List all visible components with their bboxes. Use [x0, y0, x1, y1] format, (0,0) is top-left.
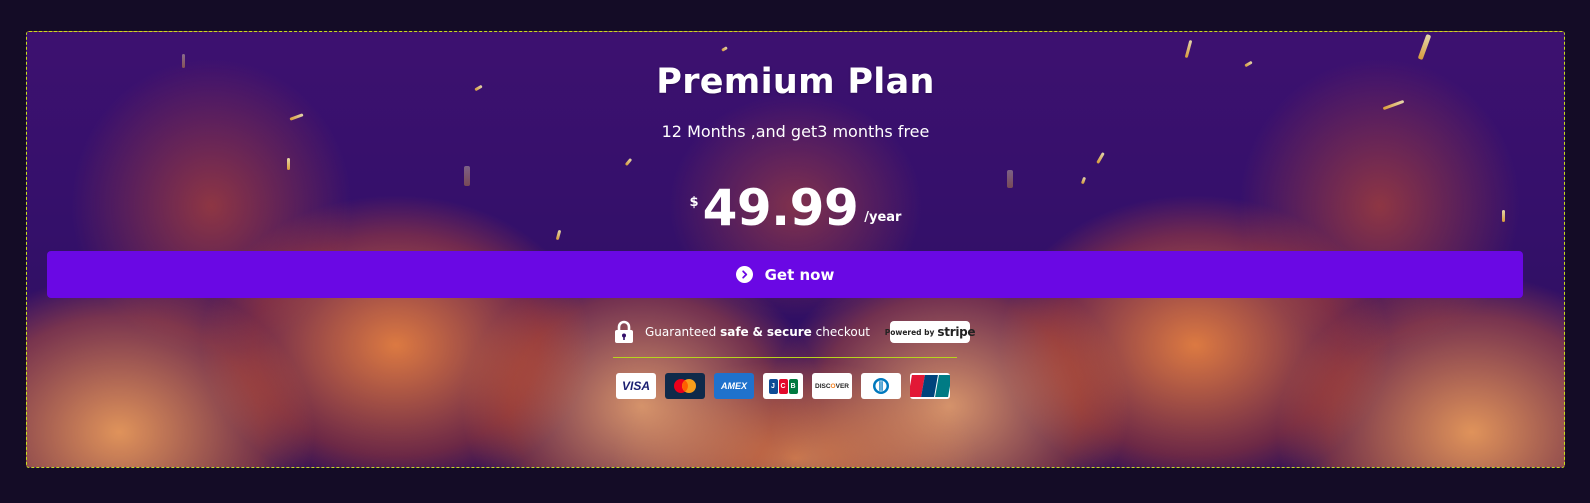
- diners-club-icon: [861, 373, 901, 399]
- mastercard-icon: [665, 373, 705, 399]
- discover-part1: DISC: [815, 382, 831, 390]
- stripe-brand: stripe: [937, 325, 976, 339]
- visa-label: VISA: [621, 379, 650, 393]
- divider: [613, 357, 957, 358]
- discover-part2: VER: [835, 382, 849, 390]
- jcb-b: B: [788, 378, 798, 394]
- visa-icon: VISA: [616, 373, 656, 399]
- payment-methods: VISA AMEX J C B DISC O VER: [616, 373, 950, 399]
- secure-word: secure: [766, 325, 812, 339]
- price-period: /year: [864, 210, 902, 225]
- premium-plan-card: Premium Plan 12 Months ,and get3 months …: [26, 31, 1565, 468]
- amex-label: AMEX: [720, 381, 747, 391]
- get-now-button[interactable]: Get now: [47, 251, 1523, 298]
- jcb-c: C: [778, 378, 788, 394]
- unionpay-icon: [910, 373, 950, 399]
- plan-title: Premium Plan: [656, 62, 935, 102]
- amex-icon: AMEX: [714, 373, 754, 399]
- chevron-right-circle-icon: [735, 266, 753, 283]
- get-now-label: Get now: [764, 265, 835, 284]
- secure-checkout-text: Guaranteed safe & secure checkout: [645, 325, 870, 339]
- price: $ 49.99 /year: [27, 178, 1564, 238]
- discover-icon: DISC O VER: [812, 373, 852, 399]
- secure-safe: safe: [720, 325, 749, 339]
- lock-icon: [613, 320, 635, 344]
- secure-suffix: checkout: [815, 325, 870, 339]
- powered-by-stripe-badge: Powered by stripe: [885, 321, 976, 343]
- secure-amp: &: [752, 325, 763, 339]
- plan-subtitle: 12 Months ,and get3 months free: [661, 122, 930, 141]
- price-currency: $: [689, 195, 699, 210]
- secure-prefix: Guaranteed: [645, 325, 717, 339]
- price-amount: 49.99: [702, 179, 859, 237]
- stripe-powered-label: Powered by: [884, 327, 935, 337]
- jcb-j: J: [768, 378, 778, 394]
- jcb-icon: J C B: [763, 373, 803, 399]
- secure-checkout: Guaranteed safe & secure checkout Powere…: [613, 318, 976, 346]
